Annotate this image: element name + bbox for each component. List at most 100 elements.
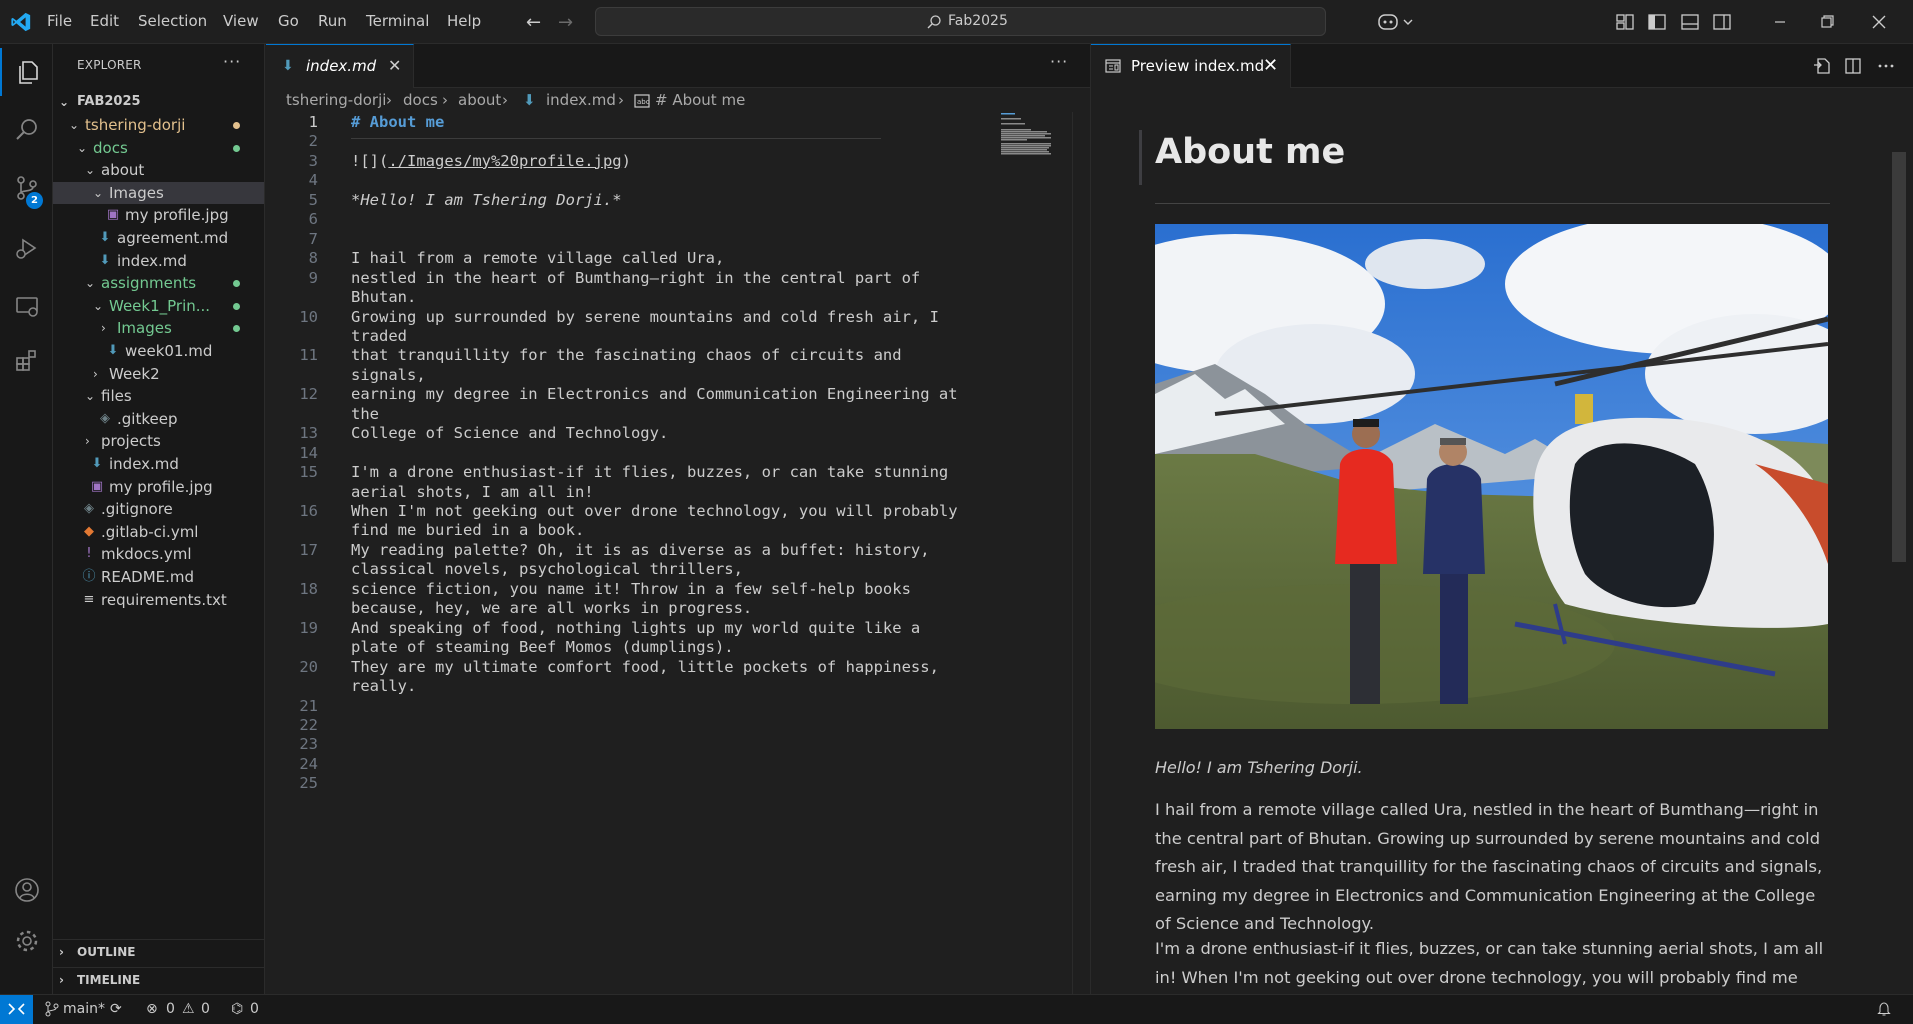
tree-item[interactable]: › projects bbox=[53, 430, 264, 452]
line-number: 1 bbox=[308, 113, 318, 131]
editor-scrollbar[interactable] bbox=[1072, 112, 1086, 994]
branch-icon[interactable] bbox=[45, 1001, 59, 1017]
tree-item[interactable]: ⬇ agreement.md bbox=[53, 227, 264, 249]
line-number: 16 bbox=[299, 502, 318, 520]
breadcrumb-item[interactable]: index.md bbox=[546, 91, 616, 109]
branch-name[interactable]: main* bbox=[63, 1001, 105, 1017]
tree-item[interactable]: ⌄ tshering-dorji bbox=[53, 114, 264, 136]
markdown-preview[interactable]: About me Hello! I am Tshering Dorji. I h… bbox=[1091, 88, 1913, 994]
errors-count[interactable]: 0 bbox=[166, 1001, 175, 1017]
ports-icon[interactable]: ⌬ bbox=[231, 1001, 243, 1017]
tree-item[interactable]: ⌄ Images bbox=[53, 181, 264, 204]
remote-indicator-icon[interactable] bbox=[0, 995, 33, 1024]
line-number: 7 bbox=[308, 229, 318, 248]
extensions-icon[interactable] bbox=[0, 336, 53, 384]
tree-item[interactable]: › Images bbox=[53, 317, 264, 339]
preview-scrollbar[interactable] bbox=[1892, 152, 1906, 562]
minimap[interactable] bbox=[999, 112, 1069, 172]
sync-icon[interactable]: ⟳ bbox=[110, 1001, 122, 1017]
tree-item[interactable]: ⌄ Week1_Prin... bbox=[53, 295, 264, 317]
manage-gear-icon[interactable] bbox=[0, 917, 53, 965]
tab-preview-index-md[interactable]: Preview index.md ✕ bbox=[1091, 44, 1291, 88]
restore-icon[interactable] bbox=[1812, 8, 1842, 36]
tree-item[interactable]: ▣ my profile.jpg bbox=[53, 204, 264, 226]
toggle-primary-sidebar-icon[interactable] bbox=[1646, 11, 1668, 33]
code-line: And speaking of food, nothing lights up … bbox=[351, 618, 921, 637]
line-number: 4 bbox=[308, 171, 318, 190]
toggle-panel-icon[interactable] bbox=[1679, 11, 1701, 33]
tree-item[interactable]: ≡ requirements.txt bbox=[53, 589, 264, 611]
copilot-icon[interactable] bbox=[1376, 10, 1420, 34]
close-tab-icon[interactable]: ✕ bbox=[1263, 55, 1278, 76]
tree-item[interactable]: ◈ .gitignore bbox=[53, 498, 264, 520]
menu-help[interactable]: Help bbox=[447, 12, 481, 30]
remote-explorer-icon[interactable] bbox=[0, 282, 53, 330]
tree-item[interactable]: ⬇ index.md bbox=[53, 453, 264, 475]
warnings-icon[interactable]: ⚠ bbox=[182, 1001, 195, 1017]
code-editor[interactable]: 1 # About me 2 3 ![](./Images/my%20profile.j… bbox=[266, 112, 1090, 994]
more-actions-icon[interactable]: ··· bbox=[223, 52, 241, 71]
tree-item[interactable]: ⓘ README.md bbox=[53, 566, 264, 588]
tree-item[interactable]: ⬇ week01.md bbox=[53, 340, 264, 362]
search-view-icon[interactable] bbox=[0, 106, 53, 154]
code-line: Bhutan. bbox=[351, 288, 417, 307]
minimize-icon[interactable] bbox=[1765, 8, 1795, 36]
tree-item[interactable]: ⌄ docs bbox=[53, 137, 264, 159]
tree-item[interactable]: ◆ .gitlab-ci.yml bbox=[53, 521, 264, 543]
tree-root[interactable]: ⌄ FAB2025 bbox=[53, 91, 264, 113]
code-line: College of Science and Technology. bbox=[351, 424, 669, 443]
tree-item[interactable]: ◈ .gitkeep bbox=[53, 408, 264, 430]
tree-item[interactable]: ⬇ index.md bbox=[53, 250, 264, 272]
ports-count[interactable]: 0 bbox=[250, 1001, 259, 1017]
tree-item[interactable]: ⌄ files bbox=[53, 385, 264, 407]
menu-run[interactable]: Run bbox=[318, 12, 347, 30]
menu-view[interactable]: View bbox=[223, 12, 259, 30]
customize-layout-icon[interactable] bbox=[1614, 11, 1636, 33]
breadcrumb-item[interactable]: docs bbox=[403, 91, 438, 109]
tree-item[interactable]: ⌄ about bbox=[53, 159, 264, 181]
outline-section[interactable]: › OUTLINE bbox=[53, 939, 264, 963]
errors-icon[interactable]: ⊗ bbox=[146, 1001, 158, 1017]
explorer-icon[interactable] bbox=[0, 48, 53, 96]
code-line: Growing up surrounded by serene mountain… bbox=[351, 307, 939, 326]
menu-go[interactable]: Go bbox=[278, 12, 299, 30]
code-line: classical novels, psychological thriller… bbox=[351, 560, 743, 579]
svg-text:abc: abc bbox=[637, 98, 650, 106]
run-debug-icon[interactable] bbox=[0, 224, 53, 272]
tree-item-label: .gitlab-ci.yml bbox=[101, 522, 199, 541]
menu-file[interactable]: File bbox=[47, 12, 72, 30]
chevron-down-icon: ⌄ bbox=[77, 140, 88, 155]
close-tab-icon[interactable]: ✕ bbox=[388, 56, 401, 75]
breadcrumb-item[interactable]: # About me bbox=[655, 91, 745, 109]
breadcrumb-item[interactable]: tshering-dorji bbox=[286, 91, 386, 109]
tree-item-label: Images bbox=[109, 183, 164, 202]
nav-back-icon[interactable]: ← bbox=[526, 12, 541, 33]
more-actions-icon[interactable] bbox=[1876, 56, 1896, 76]
tree-item-label: my profile.jpg bbox=[109, 477, 213, 496]
more-actions-icon[interactable]: ··· bbox=[1050, 52, 1068, 71]
tree-item[interactable]: ! mkdocs.yml bbox=[53, 543, 264, 565]
notifications-bell-icon[interactable] bbox=[1877, 1001, 1891, 1017]
nav-forward-icon[interactable]: → bbox=[558, 12, 573, 33]
tree-item[interactable]: › Week2 bbox=[53, 363, 264, 385]
line-number: 8 bbox=[308, 249, 318, 268]
code-line: nestled in the heart of Bumthang—right i… bbox=[351, 268, 921, 287]
menu-selection[interactable]: Selection bbox=[138, 12, 207, 30]
accounts-icon[interactable] bbox=[0, 866, 53, 914]
tree-item[interactable]: ⌄ assignments bbox=[53, 272, 264, 294]
close-window-icon[interactable] bbox=[1864, 8, 1894, 36]
menu-edit[interactable]: Edit bbox=[90, 12, 119, 30]
open-source-icon[interactable] bbox=[1812, 56, 1832, 76]
timeline-section[interactable]: › TIMELINE bbox=[53, 967, 264, 991]
breadcrumb-item[interactable]: about bbox=[458, 91, 501, 109]
tree-item[interactable]: ▣ my profile.jpg bbox=[53, 476, 264, 498]
command-center[interactable]: Fab2025 bbox=[595, 7, 1326, 36]
source-control-icon[interactable]: 2 bbox=[0, 164, 53, 212]
warnings-count[interactable]: 0 bbox=[201, 1001, 210, 1017]
tab-index-md[interactable]: ⬇ index.md ✕ bbox=[266, 44, 414, 88]
menu-terminal[interactable]: Terminal bbox=[366, 12, 429, 30]
split-editor-icon[interactable] bbox=[1843, 56, 1863, 76]
image-file-icon: ▣ bbox=[90, 478, 104, 494]
line-number: 25 bbox=[299, 774, 318, 793]
toggle-secondary-sidebar-icon[interactable] bbox=[1711, 11, 1733, 33]
